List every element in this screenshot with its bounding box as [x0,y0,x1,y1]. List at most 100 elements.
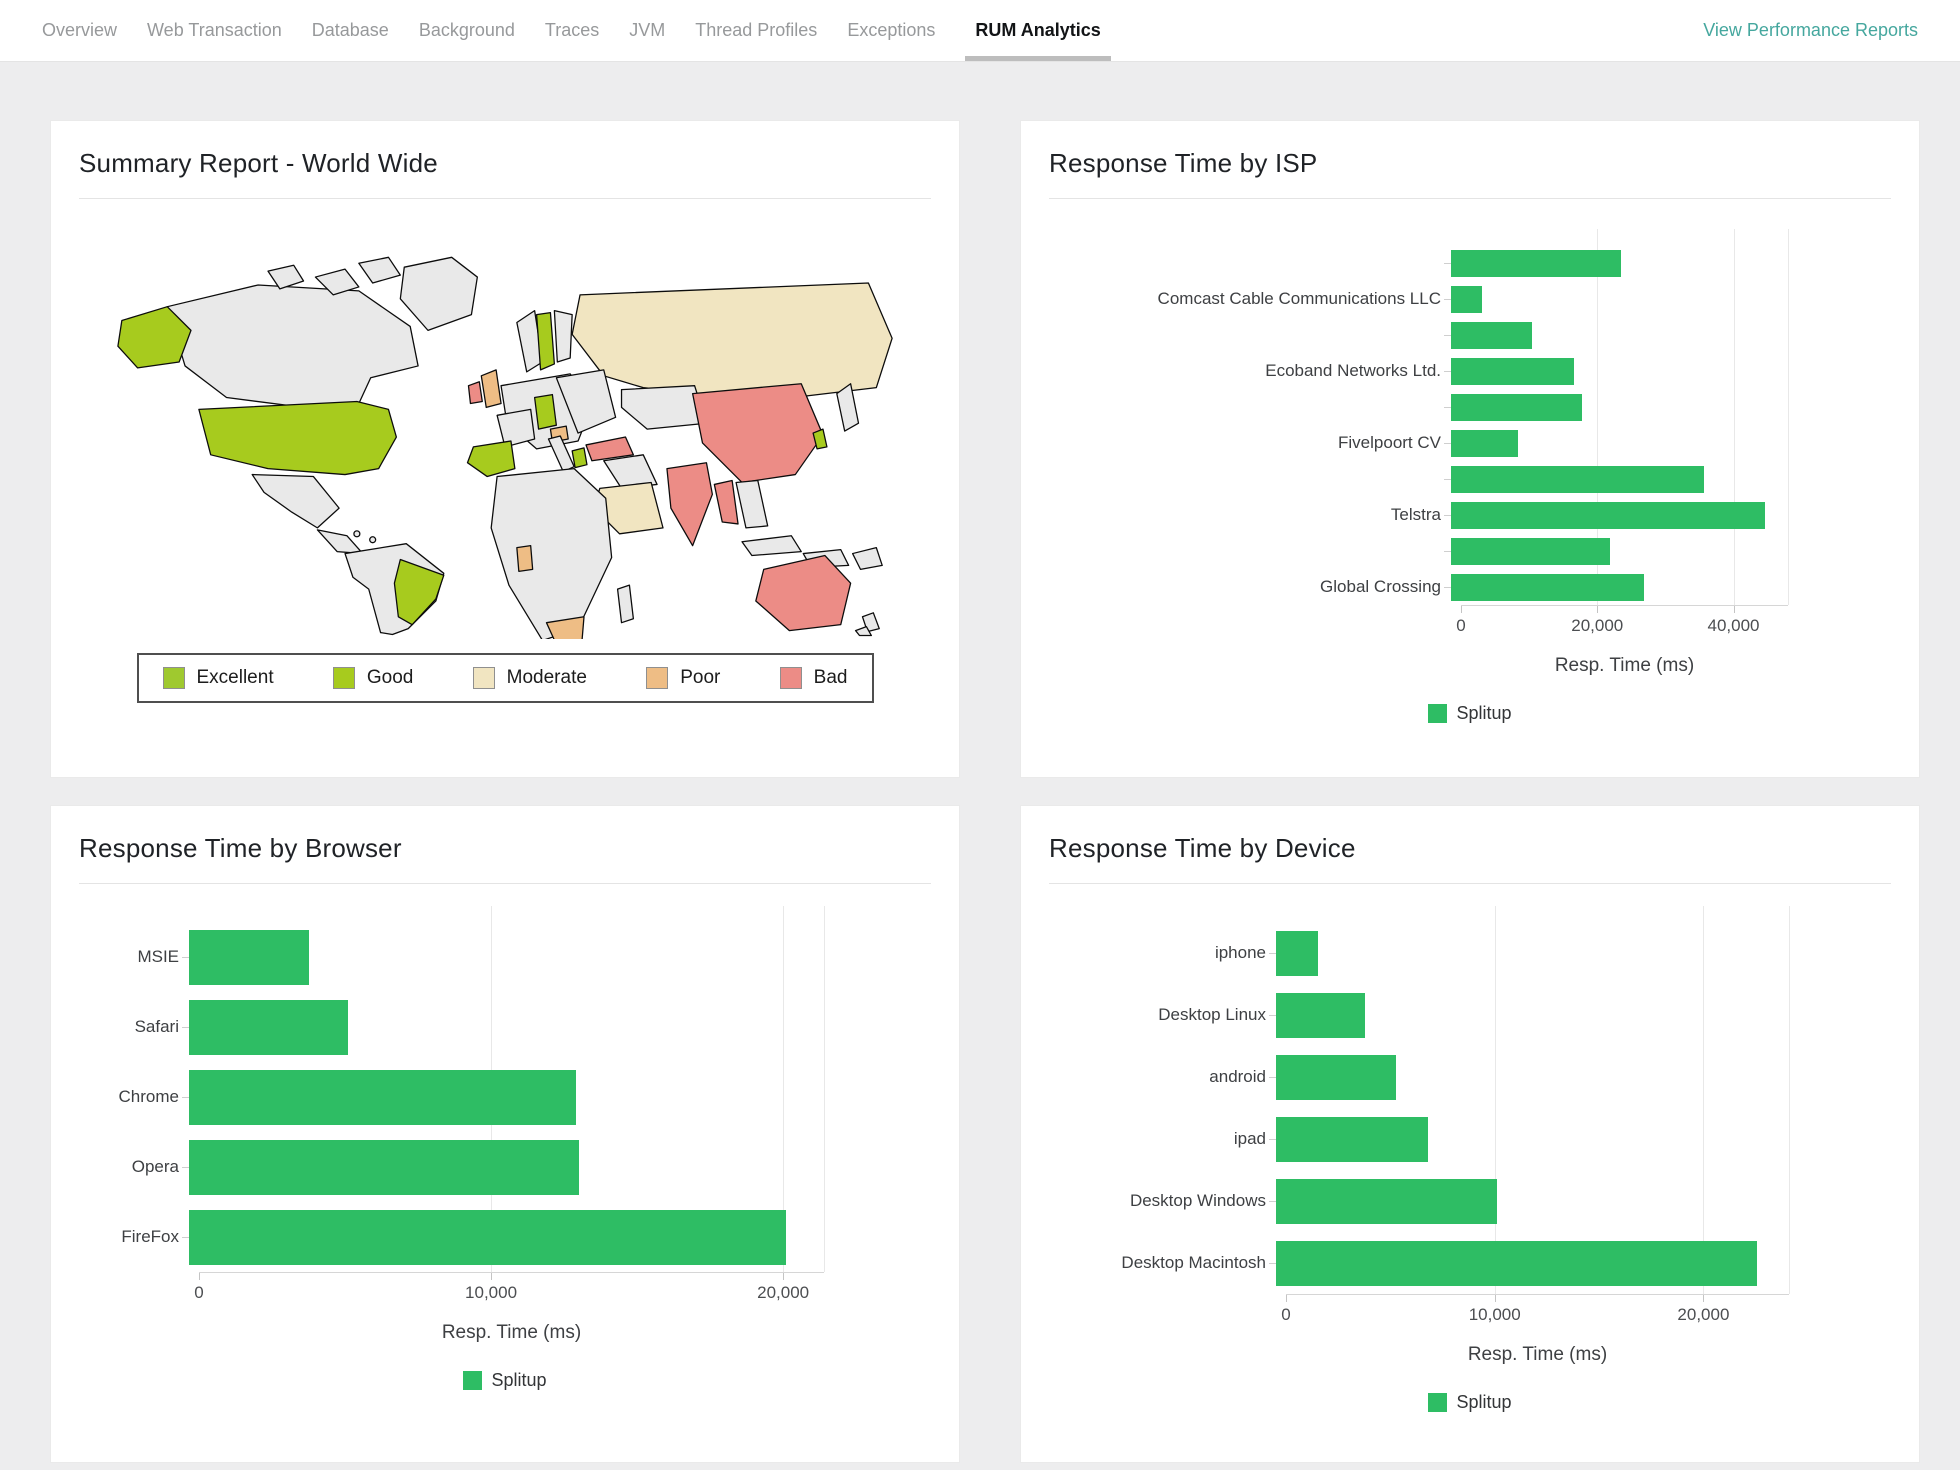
map-legend-item-good: Good [333,667,413,689]
bar-iphone[interactable] [1276,931,1318,976]
bar-desktop-macintosh[interactable] [1276,1241,1757,1286]
category-label-opera: Opera [79,1157,189,1177]
nav-tab-exceptions[interactable]: Exceptions [847,0,935,61]
bar-track [1451,317,1778,353]
bar-desktop-linux[interactable] [1276,993,1365,1038]
bar-track [1451,425,1778,461]
bar-desktop-windows[interactable] [1276,1179,1497,1224]
map-region-uk[interactable] [481,370,501,408]
map-region-china[interactable] [693,384,823,483]
category-tick [1444,299,1451,300]
map-region-germany[interactable] [535,395,557,430]
x-axis-tick-labels: 010,00020,000 [199,1283,824,1307]
map-region-russia[interactable] [572,283,892,398]
x-axis-title: Resp. Time (ms) [199,1322,824,1344]
bar-track [1451,245,1778,281]
map-region-papua[interactable] [853,548,883,570]
map-legend: ExcellentGoodModeratePoorBad [137,653,874,703]
bar-track [189,1062,814,1132]
bar-ecoband-networks-ltd[interactable] [1451,358,1574,385]
legend-swatch[interactable] [1428,704,1447,723]
map-region-iberia[interactable] [467,441,514,477]
panel-title-rule [79,198,931,199]
bar-fivelpoort-cv[interactable] [1451,430,1518,457]
bar-msie[interactable] [189,930,309,985]
bar-telstra[interactable] [1451,502,1765,529]
bar-row: FireFox [79,1202,931,1272]
nav-tab-traces[interactable]: Traces [545,0,599,61]
map-region-madagascar[interactable] [618,585,634,623]
bar-track [1451,281,1778,317]
bar-rows: iphoneDesktop LinuxandroidipadDesktop Wi… [1049,906,1891,1294]
bar-item[interactable] [1451,394,1582,421]
map-legend-label: Bad [814,667,848,689]
plot-area: iphoneDesktop LinuxandroidipadDesktop Wi… [1049,906,1891,1294]
bar-chrome[interactable] [189,1070,576,1125]
bar-global-crossing[interactable] [1451,574,1644,601]
map-region-mexico[interactable] [252,475,339,528]
chart-legend: Splitup [1049,1392,1891,1413]
map-region-greenland[interactable] [400,257,477,330]
bar-row: Comcast Cable Communications LLC [1049,281,1891,317]
bar-safari[interactable] [189,1000,348,1055]
map-region-myanmar[interactable] [714,480,738,523]
category-tick [182,1167,189,1168]
bar-row: Opera [79,1132,931,1202]
nav-tab-overview[interactable]: Overview [42,0,117,61]
bar-track [1451,569,1778,605]
map-region-finland[interactable] [554,311,572,362]
bar-track [189,1132,814,1202]
category-tick [1269,1201,1276,1202]
map-legend-item-moderate: Moderate [473,667,587,689]
category-tick [1269,1015,1276,1016]
category-tick [1444,263,1451,264]
bar-android[interactable] [1276,1055,1396,1100]
category-label-android: android [1049,1067,1276,1087]
category-tick [1444,407,1451,408]
legend-swatch[interactable] [463,1371,482,1390]
bar-item[interactable] [1451,322,1532,349]
category-label-desktop-macintosh: Desktop Macintosh [1049,1253,1276,1273]
map-region-india[interactable] [667,463,712,546]
bar-item[interactable] [1451,250,1621,277]
bar-item[interactable] [1451,538,1610,565]
nav-tab-background[interactable]: Background [419,0,515,61]
map-region-ireland[interactable] [468,382,482,404]
nav-tab-database[interactable]: Database [312,0,389,61]
map-region-japan[interactable] [837,384,859,431]
category-tick [182,957,189,958]
nav-tab-jvm[interactable]: JVM [629,0,665,61]
bar-item[interactable] [1451,466,1704,493]
tick-label-20-000: 20,000 [757,1283,809,1303]
browser-bar-chart: MSIESafariChromeOperaFireFox010,00020,00… [79,906,931,1391]
map-region-canada[interactable] [167,285,418,407]
bar-rows: Comcast Cable Communications LLCEcoband … [1049,229,1891,605]
bar-row: Global Crossing [1049,569,1891,605]
category-tick [1269,1077,1276,1078]
nav-tab-thread-profiles[interactable]: Thread Profiles [695,0,817,61]
map-region-indonesia[interactable] [742,536,801,556]
map-region-ghana[interactable] [517,546,533,572]
category-label-comcast-cable-communications-llc: Comcast Cable Communications LLC [1049,289,1451,309]
view-performance-reports-link[interactable]: View Performance Reports [1703,20,1918,41]
isp-bar-chart: Comcast Cable Communications LLCEcoband … [1049,229,1891,724]
map-region-africa[interactable] [491,469,611,639]
bar-opera[interactable] [189,1140,579,1195]
bar-rows: MSIESafariChromeOperaFireFox [79,906,931,1272]
legend-swatch[interactable] [1428,1393,1447,1412]
map-region-central-asia[interactable] [622,386,707,429]
category-tick [182,1237,189,1238]
map-region-se-asia[interactable] [736,480,768,527]
map-region-usa[interactable] [199,401,397,474]
map-island [370,537,376,543]
bar-firefox[interactable] [189,1210,786,1265]
bar-comcast-cable-communications-llc[interactable] [1451,286,1482,313]
bar-ipad[interactable] [1276,1117,1428,1162]
map-region-australia[interactable] [756,556,851,631]
map-region-greece[interactable] [572,448,587,468]
map-region-canada-islands[interactable] [359,257,400,283]
nav-tab-web-transaction[interactable]: Web Transaction [147,0,282,61]
bar-row: ipad [1049,1108,1891,1170]
bar-row [1049,245,1891,281]
nav-tab-rum-analytics[interactable]: RUM Analytics [965,0,1110,61]
